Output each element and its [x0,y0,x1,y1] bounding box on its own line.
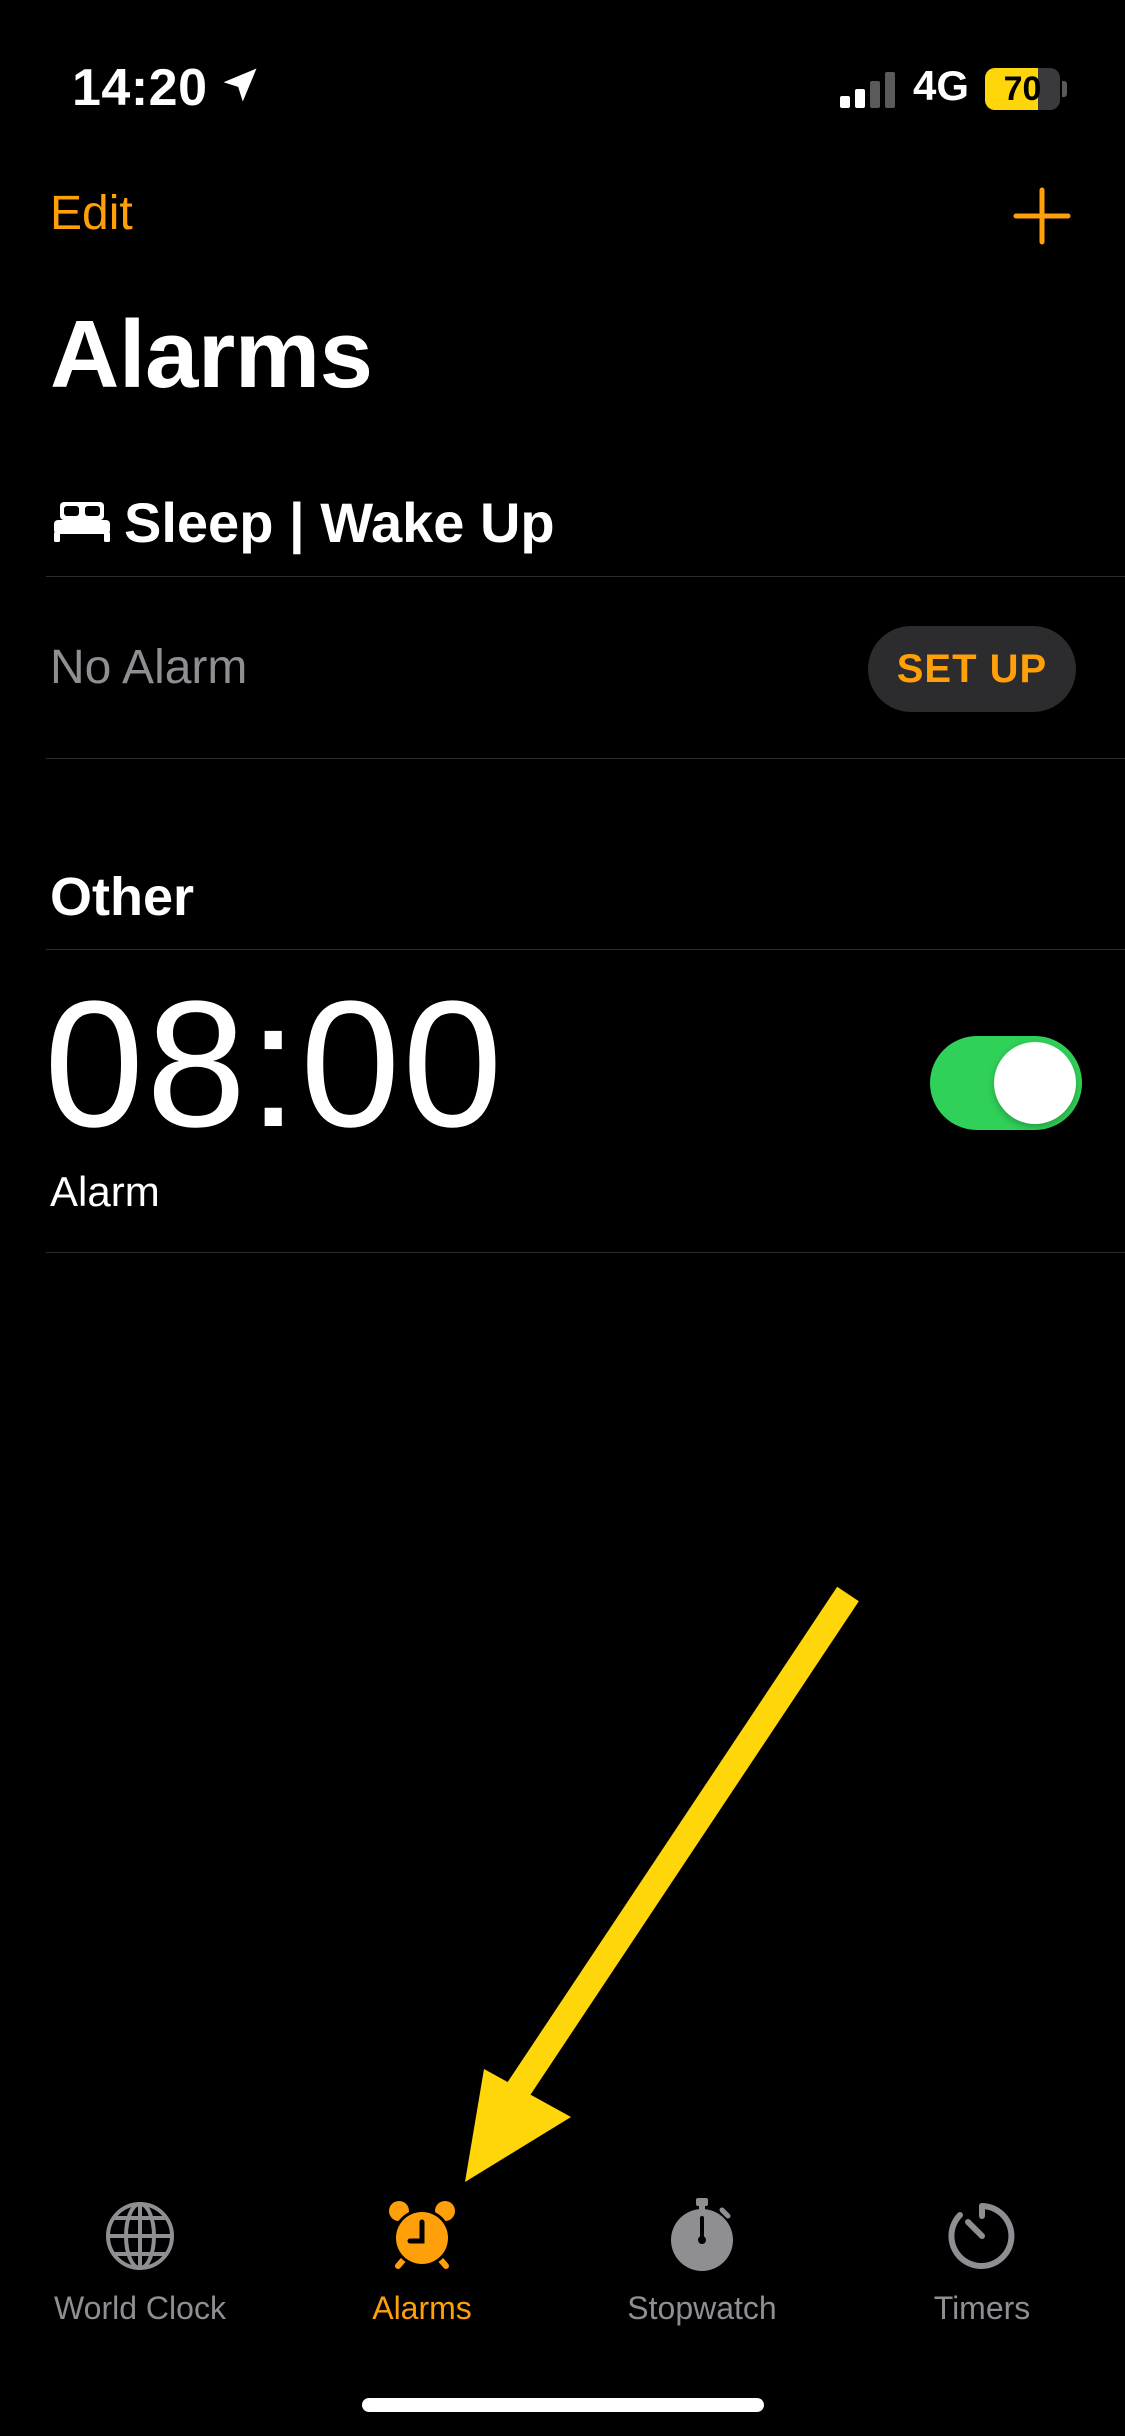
tab-world-clock[interactable]: World Clock [10,2196,270,2356]
divider [46,576,1125,577]
other-section-header: Other [50,867,195,927]
home-indicator[interactable] [362,2398,764,2412]
network-type: 4G [913,62,970,109]
cellular-signal-icon [840,72,895,108]
globe-icon [106,2202,174,2270]
battery-percent: 70 [1003,70,1042,108]
no-alarm-label: No Alarm [50,641,248,694]
divider [46,949,1125,950]
tab-label: Timers [933,2290,1031,2326]
stopwatch-icon [671,2198,733,2271]
status-time: 14:20 [72,59,208,117]
bed-icon [54,502,110,542]
divider [46,758,1125,759]
tab-label: Alarms [372,2290,472,2326]
timer-icon [948,2203,1015,2269]
toggle-knob [994,1042,1076,1124]
tab-alarms[interactable]: Alarms [292,2196,552,2356]
page-title: Alarms [50,301,373,408]
sleep-wake-header: Sleep | Wake Up [124,491,555,554]
alarm-time[interactable]: 08:00 [44,975,504,1155]
tab-label: Stopwatch [627,2290,777,2326]
battery-cap [1062,81,1067,97]
alarm-label: Alarm [50,1168,160,1215]
battery-body: 70 [985,68,1060,110]
alarms-screen: 14:20 4G 70 Edit Alarms Sleep | Wake Up … [0,0,1125,2436]
alarm-toggle[interactable] [930,1036,1082,1130]
tab-timers[interactable]: Timers [852,2196,1112,2356]
setup-button[interactable]: SET UP [868,626,1076,712]
alarm-clock-icon [389,2201,455,2269]
divider [46,1252,1125,1253]
plus-icon[interactable] [1012,186,1072,246]
tab-label: World Clock [54,2290,226,2326]
annotation-arrow [465,1586,859,2182]
location-arrow-icon [223,68,257,102]
battery-indicator: 70 [985,68,1067,110]
edit-button[interactable]: Edit [50,186,133,241]
tab-stopwatch[interactable]: Stopwatch [572,2196,832,2356]
